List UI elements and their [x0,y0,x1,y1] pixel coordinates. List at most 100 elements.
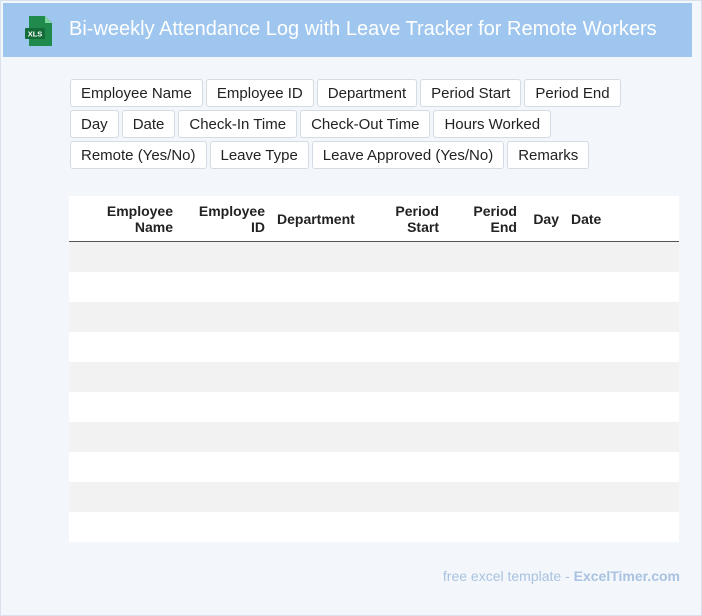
field-chip[interactable]: Employee Name [70,79,203,107]
table-cell[interactable] [179,241,271,272]
table-cell[interactable] [445,332,523,362]
table-cell[interactable] [69,422,179,452]
table-cell[interactable] [271,272,367,302]
table-cell[interactable] [271,332,367,362]
table-cell[interactable] [367,272,445,302]
column-header-line1: Date [571,210,602,227]
field-chip[interactable]: Period Start [420,79,522,107]
field-chip[interactable]: Remote (Yes/No) [70,141,207,169]
table-cell[interactable] [367,392,445,422]
table-cell[interactable] [445,422,523,452]
table-cell[interactable] [445,272,523,302]
table-cell[interactable] [445,302,523,332]
table-cell[interactable] [179,452,271,482]
table-cell[interactable] [179,362,271,392]
table-cell[interactable] [179,422,271,452]
field-chip[interactable]: Check-In Time [178,110,298,138]
table-cell[interactable] [621,362,679,392]
table-cell[interactable] [621,332,679,362]
table-cell[interactable] [367,512,445,542]
table-cell[interactable] [621,422,679,452]
column-header: Department [271,196,367,242]
table-cell[interactable] [367,482,445,512]
field-chip[interactable]: Leave Type [209,141,309,169]
table-cell[interactable] [621,241,679,272]
table-cell[interactable] [445,452,523,482]
table-cell[interactable] [523,392,565,422]
table-cell[interactable] [621,482,679,512]
field-chip[interactable]: Day [70,110,119,138]
table-cell[interactable] [621,392,679,422]
table-cell[interactable] [565,332,621,362]
table-cell[interactable] [367,302,445,332]
table-cell[interactable] [523,272,565,302]
table-cell[interactable] [523,332,565,362]
column-header: Period End [445,196,523,242]
table-cell[interactable] [565,392,621,422]
field-chip[interactable]: Period End [524,79,621,107]
table-cell[interactable] [367,452,445,482]
table-cell[interactable] [271,362,367,392]
table-cell[interactable] [271,422,367,452]
table-cell[interactable] [523,241,565,272]
table-cell[interactable] [523,422,565,452]
field-chip[interactable]: Department [316,79,418,107]
table-cell[interactable] [621,452,679,482]
table-cell[interactable] [565,272,621,302]
table-cell[interactable] [621,512,679,542]
table-cell[interactable] [565,422,621,452]
table-cell[interactable] [367,332,445,362]
footer-brand-link[interactable]: ExcelTimer.com [574,568,680,584]
table-cell[interactable] [445,241,523,272]
table-cell[interactable] [271,482,367,512]
table-cell[interactable] [523,452,565,482]
table-cell[interactable] [523,362,565,392]
table-cell[interactable] [179,302,271,332]
table-cell[interactable] [69,512,179,542]
table-cell[interactable] [565,482,621,512]
table-cell[interactable] [523,482,565,512]
field-chip[interactable]: Check-Out Time [300,110,431,138]
field-chip[interactable]: Date [121,110,176,138]
field-chip[interactable]: Remarks [507,141,590,169]
table-cell[interactable] [271,512,367,542]
table-cell[interactable] [179,272,271,302]
table-cell[interactable] [69,452,179,482]
table-cell[interactable] [69,272,179,302]
table-cell[interactable] [621,302,679,332]
table-cell[interactable] [271,392,367,422]
table-cell[interactable] [69,241,179,272]
table-cell[interactable] [565,241,621,272]
table-cell[interactable] [271,302,367,332]
table-cell[interactable] [271,241,367,272]
table-cell[interactable] [367,362,445,392]
table-cell[interactable] [179,332,271,362]
table-cell[interactable] [367,422,445,452]
table-cell[interactable] [69,302,179,332]
table-cell[interactable] [69,362,179,392]
column-header-line2: Start [407,218,439,235]
table-cell[interactable] [271,452,367,482]
table-cell[interactable] [565,302,621,332]
table-cell[interactable] [565,362,621,392]
field-chip[interactable]: Employee ID [205,79,314,107]
attendance-table-container[interactable]: Employee Name Employee ID Department Period St… [69,196,679,542]
table-cell[interactable] [179,392,271,422]
table-cell[interactable] [621,272,679,302]
table-cell[interactable] [445,482,523,512]
field-chip[interactable]: Hours Worked [433,110,552,138]
field-chip[interactable]: Leave Approved (Yes/No) [311,141,505,169]
table-cell[interactable] [523,512,565,542]
table-cell[interactable] [523,302,565,332]
table-cell[interactable] [179,482,271,512]
table-cell[interactable] [367,241,445,272]
table-cell[interactable] [445,392,523,422]
table-cell[interactable] [179,512,271,542]
table-cell[interactable] [565,452,621,482]
table-cell[interactable] [445,512,523,542]
table-cell[interactable] [69,392,179,422]
table-cell[interactable] [445,362,523,392]
table-cell[interactable] [69,482,179,512]
table-cell[interactable] [69,332,179,362]
table-cell[interactable] [565,512,621,542]
